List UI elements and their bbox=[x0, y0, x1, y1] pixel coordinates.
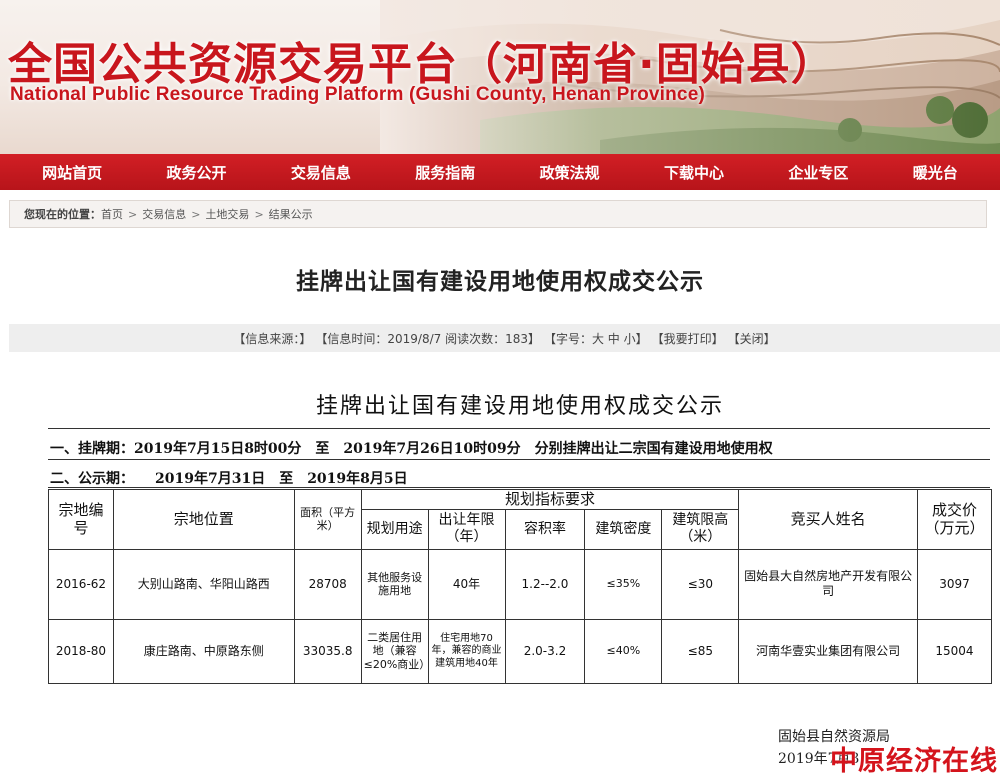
header-use: 规划用途 bbox=[360, 508, 429, 550]
cell-parcel-no: 2018-80 bbox=[48, 618, 114, 684]
nav-service-guide[interactable]: 服务指南 bbox=[401, 162, 489, 183]
header-banner: 全国公共资源交易平台（河南省·固始县） National Public Reso… bbox=[0, 0, 1000, 154]
cell-far: 2.0-3.2 bbox=[504, 618, 586, 684]
cell-density: ≤40% bbox=[584, 618, 663, 684]
nav-policies[interactable]: 政策法规 bbox=[526, 162, 614, 183]
table-row: 2018-80 康庄路南、中原路东侧 33035.8 二类居住用地（兼容≤20%… bbox=[48, 618, 993, 684]
cell-area: 33035.8 bbox=[293, 618, 362, 684]
header-buyer: 竞买人姓名 bbox=[738, 489, 918, 550]
nav-trading-info[interactable]: 交易信息 bbox=[277, 162, 365, 183]
cell-term: 住宅用地70年，兼容的商业建筑用地40年 bbox=[427, 618, 506, 684]
listing-period: 一、挂牌期：2019年7月15日8时00分 至 2019年7月26日10时09分… bbox=[50, 441, 773, 457]
site-subtitle: National Public Resource Trading Platfor… bbox=[10, 84, 705, 105]
cell-location: 康庄路南、中原路东侧 bbox=[112, 618, 295, 684]
nav-downloads[interactable]: 下载中心 bbox=[650, 162, 738, 183]
cell-buyer: 固始县大自然房地产开发有限公司 bbox=[738, 548, 918, 620]
nav-sunshine-platform[interactable]: 暖光台 bbox=[899, 162, 972, 183]
close-link[interactable]: 【关闭】 bbox=[728, 330, 776, 347]
publicity-period: 二、公示期： 2019年7月31日 至 2019年8月5日 bbox=[50, 471, 408, 487]
cell-buyer: 河南华壹实业集团有限公司 bbox=[738, 618, 918, 684]
table-row: 2016-62 大别山路南、华阳山路西 28708 其他服务设施用地 40年 1… bbox=[48, 548, 993, 620]
breadcrumb-separator: > bbox=[128, 207, 138, 221]
breadcrumb-trading-info[interactable]: 交易信息 bbox=[142, 206, 186, 222]
breadcrumb-separator: > bbox=[191, 207, 201, 221]
cell-price: 3097 bbox=[916, 548, 993, 620]
watermark-logo: 中原经济在线 bbox=[830, 746, 998, 777]
main-nav: 网站首页 政务公开 交易信息 服务指南 政策法规 下载中心 企业专区 暖光台 bbox=[0, 154, 1000, 190]
cell-use: 其他服务设施用地 bbox=[360, 548, 429, 620]
cell-parcel-no: 2016-62 bbox=[48, 548, 114, 620]
cell-area: 28708 bbox=[293, 548, 362, 620]
header-area: 面积（平方米） bbox=[293, 489, 362, 550]
meta-source: 【信息来源：】 bbox=[233, 331, 312, 346]
divider bbox=[48, 487, 990, 488]
cell-density: ≤35% bbox=[584, 548, 663, 620]
header-term: 出让年限（年） bbox=[427, 508, 506, 550]
transaction-result-table: 宗地编号 宗地位置 面积（平方米） 规划指标要求 竞买人姓名 成交价（万元） 规… bbox=[48, 489, 993, 684]
breadcrumb-result-notice[interactable]: 结果公示 bbox=[269, 206, 313, 222]
breadcrumb: 您现在的位置： 首页 > 交易信息 > 土地交易 > 结果公示 bbox=[9, 200, 987, 228]
header-parcel-no: 宗地编号 bbox=[48, 489, 114, 550]
header-planning-requirements: 规划指标要求 bbox=[360, 489, 740, 510]
nav-government-affairs[interactable]: 政务公开 bbox=[153, 162, 241, 183]
cell-price: 15004 bbox=[916, 618, 993, 684]
breadcrumb-land-trading[interactable]: 土地交易 bbox=[205, 206, 249, 222]
cell-location: 大别山路南、华阳山路西 bbox=[112, 548, 295, 620]
cell-far: 1.2--2.0 bbox=[504, 548, 586, 620]
font-size-switch[interactable]: 【字号：大 中 小】 bbox=[544, 330, 648, 347]
cell-height: ≤30 bbox=[661, 548, 740, 620]
header-location: 宗地位置 bbox=[112, 489, 295, 550]
header-density: 建筑密度 bbox=[584, 508, 663, 550]
article-title: 挂牌出让国有建设用地使用权成交公示 bbox=[296, 269, 704, 295]
nav-enterprise-zone[interactable]: 企业专区 bbox=[774, 162, 862, 183]
article-meta-bar: 【信息来源：】 【信息时间：2019/8/7 阅读次数：183】 【字号：大 中… bbox=[9, 324, 1000, 352]
breadcrumb-separator: > bbox=[254, 207, 264, 221]
meta-time-views: 【信息时间：2019/8/7 阅读次数：183】 bbox=[315, 331, 540, 346]
document-title: 挂牌出让国有建设用地使用权成交公示 bbox=[315, 394, 724, 419]
breadcrumb-home[interactable]: 首页 bbox=[101, 206, 123, 222]
header-far: 容积率 bbox=[504, 508, 586, 550]
nav-home[interactable]: 网站首页 bbox=[28, 162, 116, 183]
site-title: 全国公共资源交易平台（河南省·固始县） bbox=[8, 39, 836, 90]
header-price: 成交价（万元） bbox=[916, 489, 993, 550]
cell-height: ≤85 bbox=[661, 618, 740, 684]
print-link[interactable]: 【我要打印】 bbox=[652, 330, 724, 347]
breadcrumb-label: 您现在的位置： bbox=[24, 208, 101, 221]
header-height: 建筑限高（米） bbox=[661, 508, 740, 550]
divider bbox=[48, 428, 990, 429]
divider bbox=[48, 459, 990, 460]
cell-term: 40年 bbox=[427, 548, 506, 620]
cell-use: 二类居住用地（兼容≤20%商业） bbox=[360, 618, 430, 684]
